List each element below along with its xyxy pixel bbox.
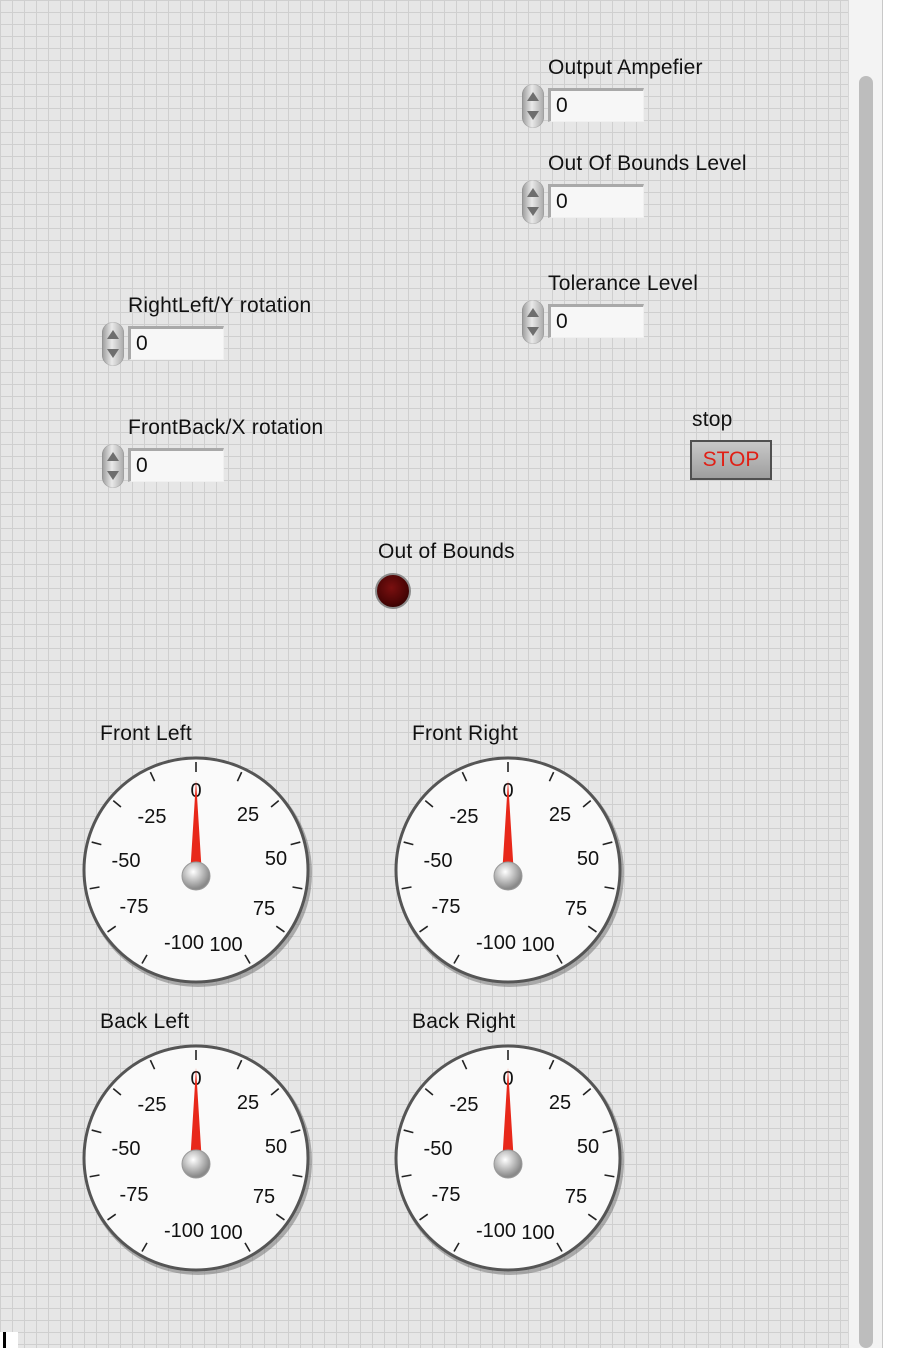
increment-arrow-icon[interactable]	[527, 92, 539, 101]
increment-arrow-icon[interactable]	[107, 330, 119, 339]
rightleft-y-rotation-control[interactable]: 0	[102, 322, 228, 366]
gauge-tick-label: -25	[450, 806, 479, 828]
gauge-tick-label: -50	[112, 850, 141, 872]
gauge-tick-label: -75	[432, 896, 461, 918]
gauge-tick-label: 50	[577, 1136, 599, 1158]
tolerance-level-field[interactable]: 0	[548, 304, 644, 338]
output-ampefier-control[interactable]: 0	[522, 84, 648, 128]
output-ampefier-label: Output Ampefier	[548, 56, 703, 79]
frontback-x-rotation-control[interactable]: 0	[102, 444, 228, 488]
gauge-pivot	[493, 1149, 523, 1179]
decrement-arrow-icon[interactable]	[527, 327, 539, 336]
gauge-label-front-left: Front Left	[100, 722, 192, 745]
decrement-arrow-icon[interactable]	[527, 207, 539, 216]
gauge-tick-label: 75	[565, 898, 587, 920]
frontback-x-rotation-label: FrontBack/X rotation	[128, 416, 324, 439]
output-ampefier-field[interactable]: 0	[548, 88, 644, 122]
gauge-tick-label: -100	[164, 1220, 204, 1242]
gauge-tick-label: 100	[521, 1222, 554, 1244]
gauge-tick-label: -50	[424, 1138, 453, 1160]
scrollbar-thumb[interactable]	[859, 76, 873, 1348]
front-left-gauge: -100-75-50-250255075100	[82, 756, 312, 987]
back-right-gauge: -100-75-50-250255075100	[394, 1044, 624, 1275]
gauge-tick-label: -50	[112, 1138, 141, 1160]
out-of-bounds-level-control[interactable]: 0	[522, 180, 648, 224]
tolerance-level-control[interactable]: 0	[522, 300, 648, 344]
increment-arrow-icon[interactable]	[107, 452, 119, 461]
out-of-bounds-led-indicator	[375, 573, 411, 609]
increment-arrow-icon[interactable]	[527, 188, 539, 197]
gauge-tick-label: 25	[237, 1092, 259, 1114]
gauge-tick-label: 75	[253, 1186, 275, 1208]
gauge-tick-label: -50	[424, 850, 453, 872]
frontback-x-rotation-spinner[interactable]	[102, 444, 124, 488]
front-panel: Output Ampefier 0 Out Of Bounds Level 0 …	[0, 0, 848, 1348]
gauge-pivot	[493, 861, 523, 891]
stop-label: stop	[692, 408, 733, 431]
gauge-tick-label: 25	[549, 804, 571, 826]
window-edge	[882, 0, 902, 1348]
gauge-tick-label: 100	[209, 934, 242, 956]
gauge-label-back-right: Back Right	[412, 1010, 516, 1033]
out-of-bounds-level-spinner[interactable]	[522, 180, 544, 224]
gauge-tick-label: -100	[164, 932, 204, 954]
increment-arrow-icon[interactable]	[527, 308, 539, 317]
gauge-label-front-right: Front Right	[412, 722, 519, 745]
tolerance-level-label: Tolerance Level	[548, 272, 699, 295]
rightleft-y-rotation-field[interactable]: 0	[128, 326, 224, 360]
frontback-x-rotation-field[interactable]: 0	[128, 448, 224, 482]
gauge-tick-label: -100	[476, 1220, 516, 1242]
gauge-tick-label: 100	[209, 1222, 242, 1244]
gauge-tick-label: 100	[521, 934, 554, 956]
gauge-tick-label: 25	[549, 1092, 571, 1114]
gauge-tick-label: 25	[237, 804, 259, 826]
out-of-bounds-level-field[interactable]: 0	[548, 184, 644, 218]
decrement-arrow-icon[interactable]	[107, 471, 119, 480]
rightleft-y-rotation-label: RightLeft/Y rotation	[128, 294, 312, 317]
out-of-bounds-level-label: Out Of Bounds Level	[548, 152, 747, 175]
gauge-tick-label: -75	[120, 896, 149, 918]
output-ampefier-spinner[interactable]	[522, 84, 544, 128]
back-left-gauge: -100-75-50-250255075100	[82, 1044, 312, 1275]
gauge-tick-label: 50	[265, 848, 287, 870]
stop-button[interactable]: STOP	[690, 440, 772, 480]
gauge-pivot	[181, 861, 211, 891]
gauge-pivot	[181, 1149, 211, 1179]
gauge-tick-label: 50	[577, 848, 599, 870]
gauge-tick-label: 50	[265, 1136, 287, 1158]
gauge-tick-label: -75	[120, 1184, 149, 1206]
gauge-tick-label: -25	[450, 1094, 479, 1116]
vertical-scrollbar[interactable]	[848, 0, 883, 1348]
decrement-arrow-icon[interactable]	[527, 111, 539, 120]
tolerance-level-spinner[interactable]	[522, 300, 544, 344]
gauge-tick-label: -25	[138, 1094, 167, 1116]
gauge-tick-label: -100	[476, 932, 516, 954]
gauge-tick-label: 75	[565, 1186, 587, 1208]
gauge-label-back-left: Back Left	[100, 1010, 190, 1033]
front-right-gauge: -100-75-50-250255075100	[394, 756, 624, 987]
gauge-tick-label: 75	[253, 898, 275, 920]
out-of-bounds-label: Out of Bounds	[378, 540, 515, 563]
text-cursor-icon	[0, 1332, 18, 1348]
gauge-tick-label: -75	[432, 1184, 461, 1206]
decrement-arrow-icon[interactable]	[107, 349, 119, 358]
gauge-tick-label: -25	[138, 806, 167, 828]
rightleft-y-rotation-spinner[interactable]	[102, 322, 124, 366]
